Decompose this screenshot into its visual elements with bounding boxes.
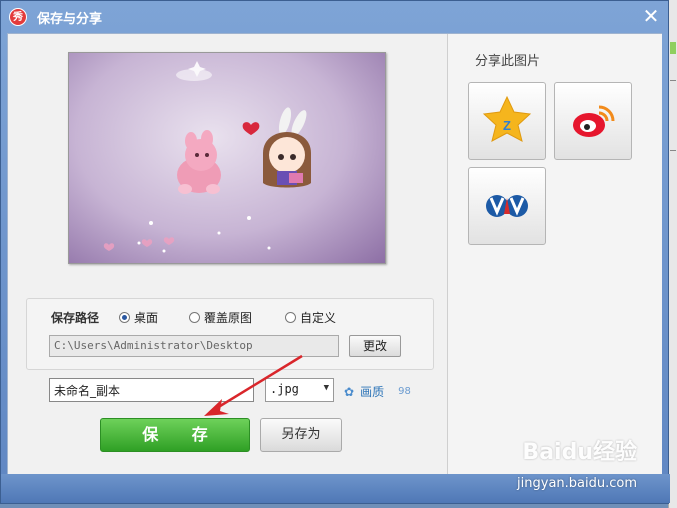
change-path-button[interactable]: 更改: [349, 335, 401, 357]
pink-bunny: [177, 130, 221, 194]
watermark-url: jingyan.baidu.com: [517, 476, 637, 491]
radio-dot-icon: [285, 312, 296, 323]
background-app-edge: [668, 0, 677, 508]
weibo-icon: [573, 105, 615, 137]
save-path-field[interactable]: C:\Users\Administrator\Desktop: [49, 335, 339, 357]
share-qzone-button[interactable]: Z: [468, 82, 546, 160]
save-panel: 保存路径 桌面 覆盖原图 自定义 C:\Users\Administrator\…: [8, 34, 447, 475]
bunny-girl: [263, 107, 311, 188]
file-type-select[interactable]: .jpg ▼: [265, 378, 334, 402]
dropdown-arrow-icon: ▼: [323, 383, 329, 393]
qzone-icon: Z: [482, 95, 532, 142]
save-path-group: 保存路径 桌面 覆盖原图 自定义 C:\Users\Administrator\…: [26, 298, 434, 370]
save-path-label: 保存路径: [51, 311, 100, 325]
sparkles: [137, 216, 271, 253]
svg-text:Z: Z: [503, 118, 511, 133]
share-panel: 分享此图片 Z: [447, 34, 662, 475]
share-title: 分享此图片: [475, 54, 541, 69]
save-share-dialog: 秀 保存与分享 ✕ 保存路径 桌面 覆盖原图 自定义 C:\Users\Admi…: [0, 0, 670, 504]
share-renren-button[interactable]: [468, 167, 546, 245]
preview-illustration: [103, 61, 311, 253]
quality-setting[interactable]: ✿ 画质 98: [344, 383, 411, 400]
background-divider: [670, 80, 676, 81]
title-bar[interactable]: 秀 保存与分享 ✕: [1, 1, 668, 31]
radio-dot-icon: [119, 312, 130, 323]
file-type-value: .jpg: [270, 382, 299, 396]
heart-shape: [242, 122, 260, 135]
save-button[interactable]: 保 存: [100, 418, 250, 452]
meitu-app-icon: 秀: [9, 8, 27, 26]
radio-desktop-label: 桌面: [134, 311, 159, 325]
quality-label: 画质: [360, 385, 385, 399]
radio-overwrite-original[interactable]: 覆盖原图: [189, 309, 252, 326]
radio-dot-icon: [189, 312, 200, 323]
dialog-body: 保存路径 桌面 覆盖原图 自定义 C:\Users\Administrator\…: [7, 33, 662, 476]
radio-desktop[interactable]: 桌面: [119, 309, 158, 326]
radio-custom[interactable]: 自定义: [285, 309, 336, 326]
radio-overwrite-label: 覆盖原图: [204, 311, 253, 325]
watermark-brand: Baidu经验: [522, 440, 637, 465]
quality-value: 98: [398, 386, 411, 397]
image-preview: [68, 52, 386, 264]
radio-custom-label: 自定义: [300, 311, 337, 325]
background-divider: [670, 150, 676, 151]
share-weibo-button[interactable]: [554, 82, 632, 160]
fairy-sparkle: [176, 61, 212, 81]
gear-icon: ✿: [344, 384, 355, 399]
close-button[interactable]: ✕: [640, 5, 662, 27]
background-green-marker: [670, 42, 676, 54]
file-name-input[interactable]: 未命名_副本: [49, 378, 254, 402]
dialog-title: 保存与分享: [37, 12, 103, 27]
save-as-button[interactable]: 另存为: [260, 418, 342, 452]
renren-icon: [486, 195, 528, 217]
